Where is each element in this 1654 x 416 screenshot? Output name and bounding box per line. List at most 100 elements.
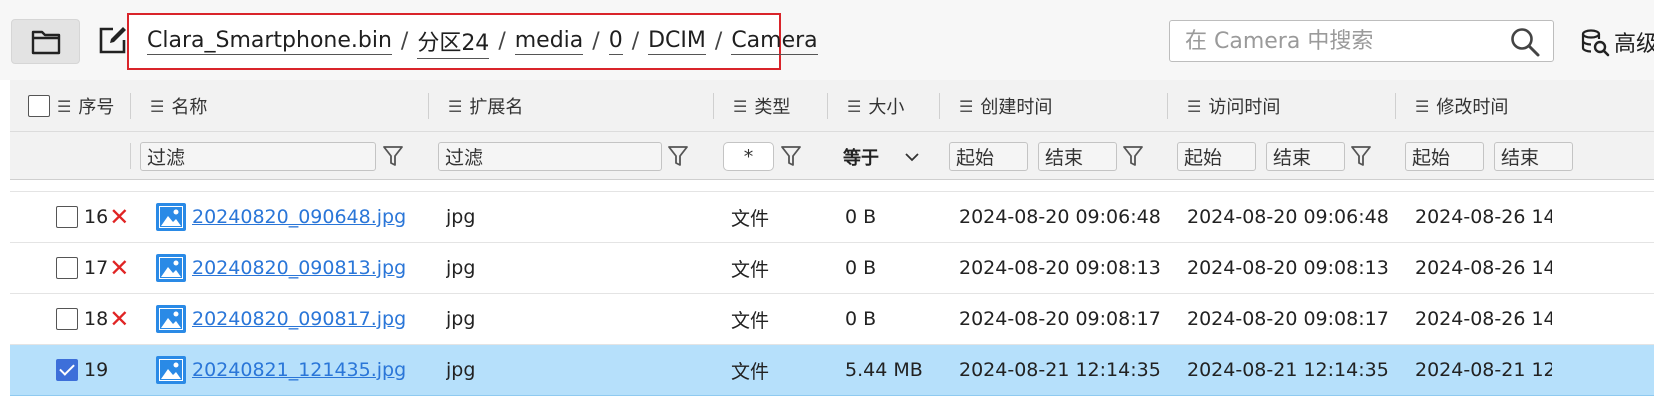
row-size: 0 B bbox=[845, 206, 877, 228]
ext-filter-input[interactable]: 过滤 bbox=[438, 142, 662, 171]
filter-icon[interactable] bbox=[1350, 144, 1372, 168]
row-checkbox[interactable] bbox=[56, 206, 78, 228]
header-modified[interactable]: ☰ 修改时间 bbox=[1415, 80, 1508, 132]
header-name[interactable]: ☰ 名称 bbox=[150, 80, 207, 132]
row-type: 文件 bbox=[731, 258, 770, 281]
row-index-cell: 16 ✕ bbox=[56, 192, 129, 242]
deleted-mark-icon: ✕ bbox=[109, 254, 130, 282]
created-end-input[interactable]: 结束 bbox=[1038, 142, 1117, 171]
name-filter-input[interactable]: 过滤 bbox=[140, 142, 376, 171]
filter-icon[interactable] bbox=[667, 144, 689, 168]
header-index[interactable]: ☰ 序号 bbox=[28, 80, 114, 132]
column-divider[interactable] bbox=[1395, 93, 1396, 119]
header-accessed[interactable]: ☰ 访问时间 bbox=[1187, 80, 1280, 132]
breadcrumb-item-dcim[interactable]: DCIM bbox=[648, 28, 706, 55]
header-size[interactable]: ☰ 大小 bbox=[847, 80, 904, 132]
modified-end-input[interactable]: 结束 bbox=[1494, 142, 1573, 171]
file-name-link[interactable]: 20240820_090817.jpg bbox=[192, 308, 406, 330]
breadcrumb-item-camera[interactable]: Camera bbox=[731, 28, 818, 55]
open-folder-button[interactable] bbox=[11, 19, 80, 64]
filter-icon[interactable] bbox=[1122, 144, 1144, 168]
select-all-checkbox[interactable] bbox=[28, 95, 50, 117]
file-name-link[interactable]: 20240820_090648.jpg bbox=[192, 206, 406, 228]
file-name-link[interactable]: 20240821_121435.jpg bbox=[192, 359, 406, 381]
column-menu-icon[interactable]: ☰ bbox=[733, 97, 747, 116]
column-menu-icon[interactable]: ☰ bbox=[448, 97, 462, 116]
column-divider[interactable] bbox=[939, 93, 940, 119]
row-created: 2024-08-20 09:06:48 bbox=[959, 206, 1161, 228]
table-row[interactable]: 16 ✕ 20240820_090648.jpg jpg 文件 0 B 2024… bbox=[10, 192, 1654, 243]
table-row[interactable]: 17 ✕ 20240820_090813.jpg jpg 文件 0 B 2024… bbox=[10, 243, 1654, 294]
table-row-partial bbox=[10, 180, 1654, 192]
breadcrumb-item-image[interactable]: Clara_Smartphone.bin bbox=[147, 28, 392, 55]
row-size: 0 B bbox=[845, 308, 877, 330]
breadcrumb-item-partition[interactable]: 分区24 bbox=[417, 25, 490, 59]
breadcrumb-item-media[interactable]: media bbox=[514, 28, 584, 55]
row-index: 17 bbox=[84, 257, 109, 279]
row-index: 19 bbox=[84, 359, 109, 381]
file-table: ☰ 序号 ☰ 名称 ☰ 扩展名 ☰ 类型 ☰ 大小 ☰ 创建时间 ☰ 访问时间 … bbox=[10, 80, 1654, 416]
column-menu-icon[interactable]: ☰ bbox=[847, 97, 861, 116]
accessed-end-input[interactable]: 结束 bbox=[1266, 142, 1345, 171]
type-filter-input[interactable]: * bbox=[723, 142, 774, 171]
breadcrumb-separator: / bbox=[592, 29, 600, 54]
row-name-cell: 20240821_121435.jpg bbox=[156, 345, 406, 395]
row-checkbox[interactable] bbox=[56, 308, 78, 330]
row-index-cell: 17 ✕ bbox=[56, 243, 129, 293]
chevron-down-icon bbox=[905, 152, 919, 161]
row-ext: jpg bbox=[446, 308, 476, 330]
image-file-icon bbox=[156, 203, 186, 231]
column-divider[interactable] bbox=[827, 93, 828, 119]
row-modified: 2024-08-26 14 bbox=[1415, 257, 1552, 279]
side-panel-edge bbox=[1650, 218, 1654, 288]
created-start-input[interactable]: 起始 bbox=[949, 142, 1028, 171]
filter-icon[interactable] bbox=[382, 144, 404, 168]
column-menu-icon[interactable]: ☰ bbox=[1415, 97, 1429, 116]
header-type[interactable]: ☰ 类型 bbox=[733, 80, 790, 132]
column-divider[interactable] bbox=[1167, 93, 1168, 119]
breadcrumb-separator: / bbox=[498, 29, 506, 54]
image-file-icon bbox=[156, 254, 186, 282]
column-divider[interactable] bbox=[713, 93, 714, 119]
row-checkbox[interactable] bbox=[56, 359, 78, 381]
column-divider[interactable] bbox=[130, 93, 131, 119]
deleted-mark-icon: ✕ bbox=[109, 305, 130, 333]
column-menu-icon[interactable]: ☰ bbox=[150, 97, 164, 116]
row-name-cell: 20240820_090648.jpg bbox=[156, 192, 406, 242]
edit-path-button[interactable] bbox=[96, 22, 130, 58]
row-created: 2024-08-20 09:08:13 bbox=[959, 257, 1161, 279]
row-type: 文件 bbox=[731, 207, 770, 230]
search-box bbox=[1169, 20, 1554, 62]
breadcrumb-separator: / bbox=[714, 29, 723, 54]
column-menu-icon[interactable]: ☰ bbox=[959, 97, 973, 116]
search-input[interactable] bbox=[1170, 21, 1490, 61]
header-created[interactable]: ☰ 创建时间 bbox=[959, 80, 1052, 132]
header-ext[interactable]: ☰ 扩展名 bbox=[448, 80, 523, 132]
folder-icon bbox=[31, 30, 60, 54]
row-index-cell: 19 bbox=[56, 345, 108, 395]
row-size: 0 B bbox=[845, 257, 877, 279]
size-operator-select[interactable]: 等于 bbox=[843, 142, 933, 171]
column-title-name: 名称 bbox=[171, 97, 208, 118]
modified-start-input[interactable]: 起始 bbox=[1405, 142, 1484, 171]
column-menu-icon[interactable]: ☰ bbox=[57, 97, 71, 116]
column-title-ext: 扩展名 bbox=[469, 97, 524, 118]
column-divider[interactable] bbox=[428, 93, 429, 119]
search-icon[interactable] bbox=[1509, 26, 1541, 58]
breadcrumb-item-0[interactable]: 0 bbox=[608, 28, 623, 55]
deleted-mark-icon: ✕ bbox=[109, 203, 130, 231]
accessed-start-input[interactable]: 起始 bbox=[1177, 142, 1256, 171]
row-ext: jpg bbox=[446, 359, 476, 381]
column-divider bbox=[130, 143, 131, 169]
row-type: 文件 bbox=[731, 360, 770, 383]
file-name-link[interactable]: 20240820_090813.jpg bbox=[192, 257, 406, 279]
row-checkbox[interactable] bbox=[56, 257, 78, 279]
column-menu-icon[interactable]: ☰ bbox=[1187, 97, 1201, 116]
table-row[interactable]: 19 20240821_121435.jpg jpg 文件 5.44 MB 20… bbox=[10, 345, 1654, 396]
filter-icon[interactable] bbox=[780, 144, 802, 168]
row-modified: 2024-08-21 12 bbox=[1415, 359, 1552, 381]
advanced-search-button[interactable]: 高级 bbox=[1580, 24, 1654, 60]
row-accessed: 2024-08-20 09:08:13 bbox=[1187, 257, 1389, 279]
row-index: 18 bbox=[84, 308, 109, 330]
table-row[interactable]: 18 ✕ 20240820_090817.jpg jpg 文件 0 B 2024… bbox=[10, 294, 1654, 345]
